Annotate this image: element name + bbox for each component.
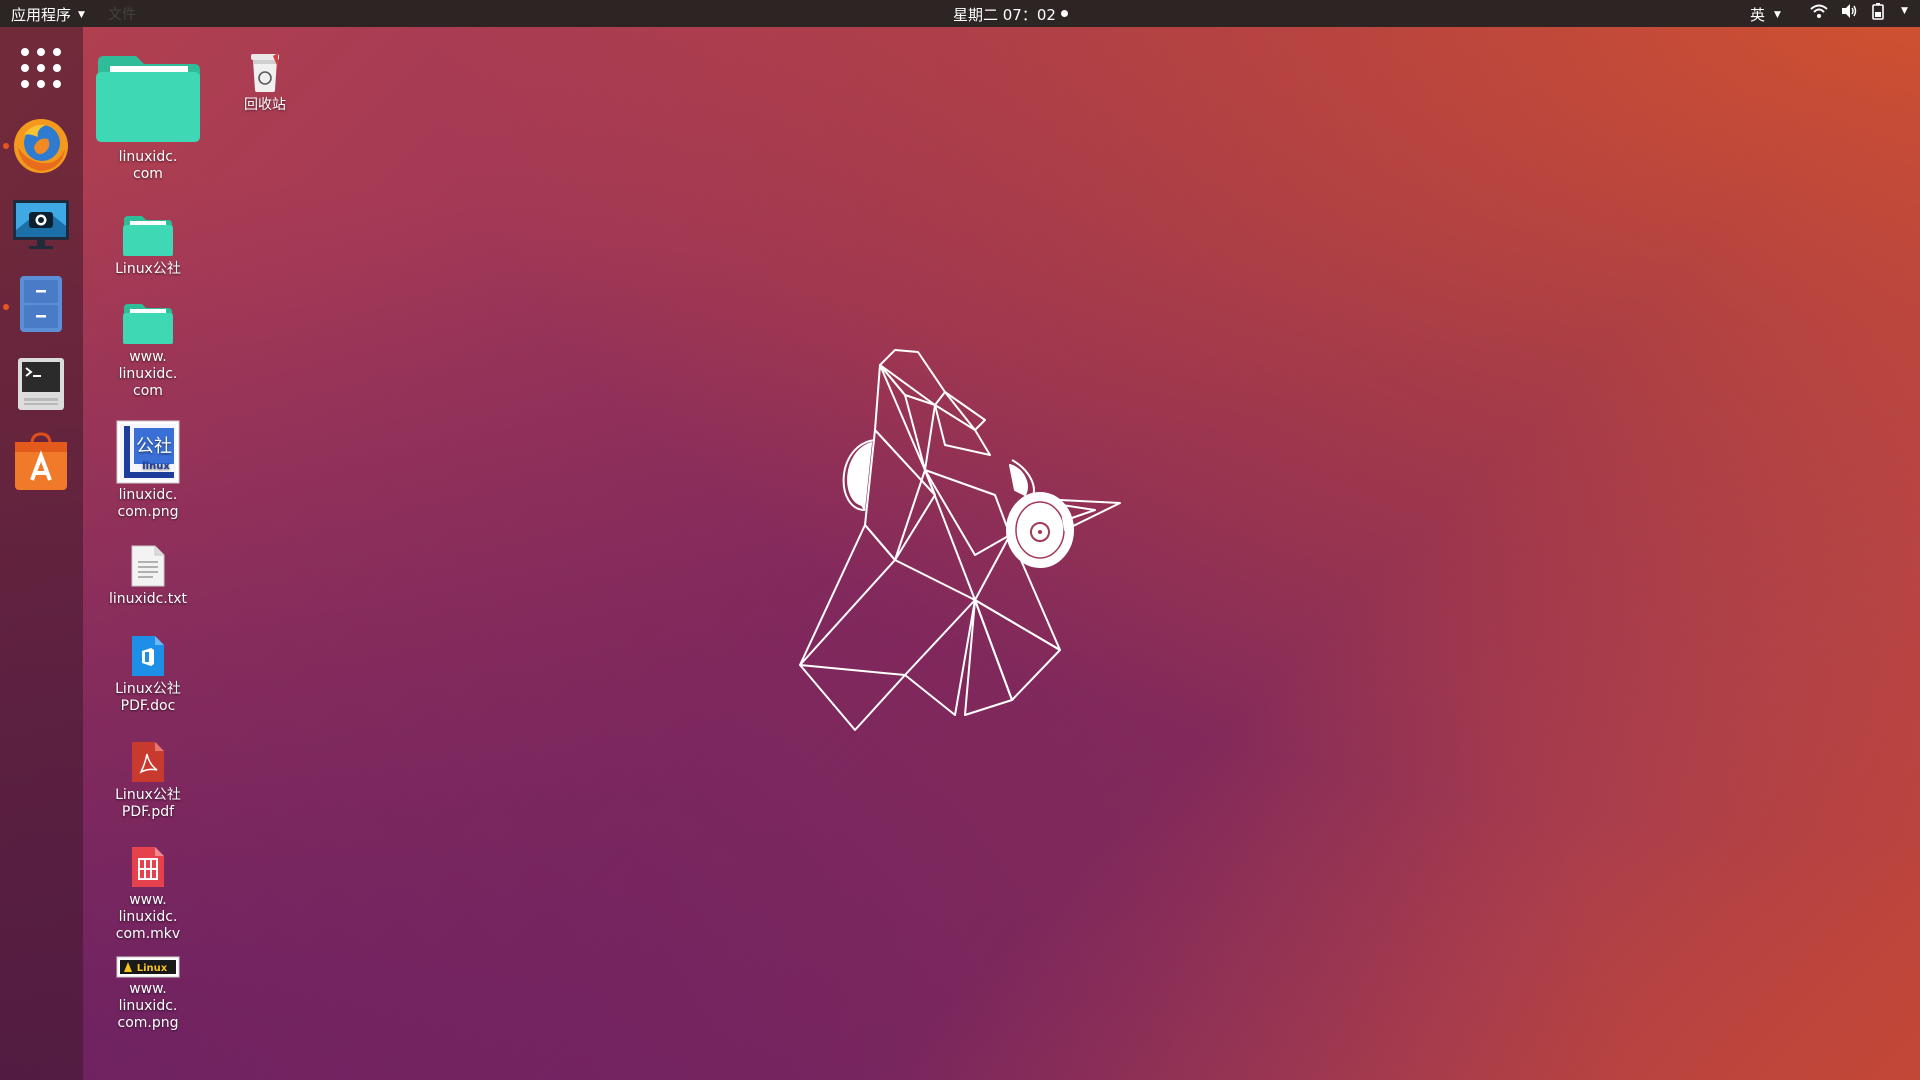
input-method-menu[interactable]: 英 ▼ [1750, 4, 1781, 25]
grid-icon [21, 48, 61, 88]
dock-item-software[interactable] [10, 431, 72, 493]
video-file-icon [132, 847, 164, 887]
input-method-label: 英 [1750, 6, 1766, 24]
chevron-down-icon: ▼ [1901, 6, 1908, 16]
desktop-icon-label: www. linuxidc. com.png [117, 981, 179, 1031]
software-store-icon [15, 432, 67, 490]
desktop-icon-trash[interactable]: 回收站 [210, 50, 320, 114]
desktop-icon-video-file[interactable]: www. linuxidc. com.mkv [93, 845, 203, 943]
desktop-icon-label: Linux公社 PDF.pdf [115, 787, 181, 820]
text-file-icon [131, 545, 165, 587]
desktop-icon-label: linuxidc. com.png [117, 487, 179, 520]
thumbnail-text: Linux [137, 963, 168, 974]
file-cabinet-icon [20, 276, 62, 332]
desktop-icon-label: Linux公社 [115, 261, 181, 277]
running-indicator [3, 304, 9, 310]
clock-label: 星期二 07：02 [953, 6, 1056, 24]
desktop-icon-image[interactable]: 公社 linux linuxidc. com.png [93, 420, 203, 521]
app-menu-ghost: 文件 [108, 7, 136, 23]
desktop-icon-label: 回收站 [244, 97, 286, 113]
thumbnail-text: 公社 [136, 436, 172, 457]
chevron-down-icon: ▼ [78, 9, 85, 20]
show-applications-button[interactable] [10, 37, 72, 99]
desktop-icon-label: www. linuxidc. com.mkv [115, 892, 181, 942]
firefox-icon [14, 119, 68, 173]
notification-dot-icon [1060, 10, 1068, 17]
pdf-icon [132, 742, 164, 782]
applications-menu[interactable]: 应用程序 ▼ [11, 4, 85, 25]
desktop-icon-pdf-file[interactable]: Linux公社 PDF.pdf [93, 740, 203, 821]
desktop-icon-label: www. linuxidc. com [118, 349, 178, 399]
desktop-icon-text-file[interactable]: linuxidc.txt [93, 544, 203, 608]
trash-icon [251, 53, 279, 92]
desktop-icon-folder[interactable]: linuxidc. com [93, 50, 203, 183]
chevron-down-icon: ▼ [1774, 9, 1781, 20]
folder-icon [123, 216, 173, 256]
system-tray[interactable]: ▼ [1810, 2, 1908, 20]
battery-icon [1870, 2, 1886, 20]
desktop-icon-doc-file[interactable]: Linux公社 PDF.doc [93, 634, 203, 715]
clock[interactable]: 星期二 07：02 [953, 4, 1068, 25]
dock-item-terminal[interactable] [10, 353, 72, 415]
desktop-icon-folder[interactable]: www. linuxidc. com [93, 302, 203, 400]
image-thumbnail-icon: 公社 linux [116, 420, 180, 484]
thumbnail-text: linux [142, 461, 170, 472]
dock-item-firefox[interactable] [10, 115, 72, 177]
terminal-icon [18, 358, 64, 410]
dock [0, 27, 83, 1080]
desktop-icon-image[interactable]: Linux www. linuxidc. com.png [93, 956, 203, 1032]
folder-icon [123, 304, 173, 344]
top-bar: 应用程序 ▼ 文件 星期二 07：02 英 ▼ ▼ [0, 0, 1920, 27]
screenshot-icon [13, 200, 69, 249]
volume-icon [1840, 3, 1858, 19]
desktop-icon-label: linuxidc.txt [109, 591, 187, 607]
desktop-icon-label: Linux公社 PDF.doc [115, 681, 181, 714]
desktop-icon-folder[interactable]: Linux公社 [93, 214, 203, 278]
wallpaper-mascot [799, 349, 1121, 731]
running-indicator [3, 143, 9, 149]
image-thumbnail-icon: Linux [116, 956, 180, 978]
document-icon [132, 636, 164, 676]
applications-menu-label: 应用程序 [11, 6, 72, 24]
dock-item-files[interactable] [10, 273, 72, 335]
dock-item-screenshot[interactable] [10, 193, 72, 255]
wifi-icon [1810, 3, 1828, 19]
folder-icon [96, 56, 200, 142]
desktop-icon-label: linuxidc. com [118, 149, 178, 182]
